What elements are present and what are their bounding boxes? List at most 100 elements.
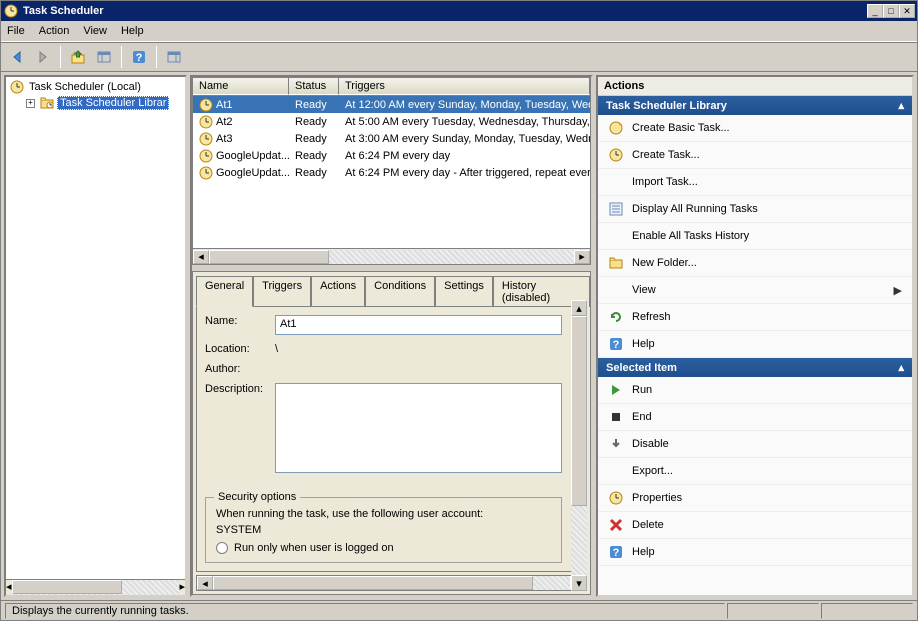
- tab-conditions[interactable]: Conditions: [365, 276, 435, 307]
- action-new-folder-label: New Folder...: [632, 257, 697, 269]
- action-properties[interactable]: Properties: [598, 485, 912, 512]
- menu-file[interactable]: File: [7, 25, 25, 37]
- action-refresh-label: Refresh: [632, 311, 671, 323]
- tab-settings[interactable]: Settings: [435, 276, 493, 307]
- action-help[interactable]: ? Help: [598, 331, 912, 358]
- tree-library-label: Task Scheduler Librar: [57, 96, 169, 110]
- detail-hscrollbar[interactable]: ◂ ▸: [196, 575, 587, 591]
- description-field[interactable]: [275, 383, 562, 473]
- help-icon: ?: [608, 544, 624, 560]
- menu-action[interactable]: Action: [39, 25, 70, 37]
- task-name-field[interactable]: At1: [275, 315, 562, 335]
- titlebar-buttons: _ □ ✕: [867, 4, 915, 18]
- action-enable-history-label: Enable All Tasks History: [632, 230, 749, 242]
- action-view-label: View: [632, 284, 656, 296]
- action-run[interactable]: Run: [598, 377, 912, 404]
- clock-icon: [199, 98, 213, 112]
- detail-vscrollbar[interactable]: ▴ ▾: [571, 300, 587, 591]
- tree-root[interactable]: Task Scheduler (Local): [8, 79, 183, 95]
- clock-icon: [10, 80, 24, 94]
- task-row[interactable]: At3ReadyAt 3:00 AM every Sunday, Monday,…: [193, 130, 590, 147]
- column-triggers[interactable]: Triggers: [339, 78, 590, 95]
- author-label: Author:: [205, 363, 275, 375]
- section-selected-header[interactable]: Selected Item ▴: [598, 358, 912, 377]
- action-delete-label: Delete: [632, 519, 664, 531]
- collapse-icon: ▴: [898, 99, 904, 112]
- action-view[interactable]: View ▶: [598, 277, 912, 304]
- action-create-basic[interactable]: Create Basic Task...: [598, 115, 912, 142]
- tab-actions[interactable]: Actions: [311, 276, 365, 307]
- folder-icon: [608, 255, 624, 271]
- expand-icon[interactable]: +: [26, 99, 35, 108]
- task-row[interactable]: GoogleUpdat...ReadyAt 6:24 PM every day …: [193, 164, 590, 181]
- menu-help[interactable]: Help: [121, 25, 144, 37]
- column-name[interactable]: Name: [193, 78, 289, 95]
- task-name: GoogleUpdat...: [216, 150, 289, 162]
- task-status: Ready: [295, 133, 327, 145]
- help-button[interactable]: ?: [127, 45, 151, 69]
- help-icon: ?: [608, 336, 624, 352]
- action-create-task-label: Create Task...: [632, 149, 700, 161]
- task-status: Ready: [295, 116, 327, 128]
- tab-general[interactable]: General: [196, 276, 253, 307]
- toolbar: ?: [1, 42, 917, 72]
- refresh-icon: [608, 309, 624, 325]
- tab-triggers[interactable]: Triggers: [253, 276, 311, 307]
- clock-icon: [199, 149, 213, 163]
- action-disable[interactable]: Disable: [598, 431, 912, 458]
- console-tree: Task Scheduler (Local) + Task Scheduler …: [4, 75, 187, 597]
- menu-view[interactable]: View: [83, 25, 107, 37]
- close-button[interactable]: ✕: [899, 4, 915, 18]
- name-label: Name:: [205, 315, 275, 327]
- task-list-scrollbar[interactable]: ◂ ▸: [193, 248, 590, 264]
- action-display-running[interactable]: Display All Running Tasks: [598, 196, 912, 223]
- wizard-icon: [608, 120, 624, 136]
- task-row[interactable]: At1ReadyAt 12:00 AM every Sunday, Monday…: [193, 96, 590, 113]
- maximize-button[interactable]: □: [883, 4, 899, 18]
- tree-library[interactable]: + Task Scheduler Librar: [24, 95, 183, 111]
- run-only-logged-on-radio[interactable]: Run only when user is logged on: [216, 542, 551, 554]
- task-name: GoogleUpdat...: [216, 167, 289, 179]
- center-pane: Name Status Triggers At1ReadyAt 12:00 AM…: [190, 75, 593, 597]
- security-options-group: Security options When running the task, …: [205, 497, 562, 563]
- column-status[interactable]: Status: [289, 78, 339, 95]
- action-help-2[interactable]: ? Help: [598, 539, 912, 566]
- action-end[interactable]: End: [598, 404, 912, 431]
- forward-button[interactable]: [31, 45, 55, 69]
- task-status: Ready: [295, 99, 327, 111]
- up-button[interactable]: [66, 45, 90, 69]
- task-row[interactable]: GoogleUpdat...ReadyAt 6:24 PM every day: [193, 147, 590, 164]
- action-import-task[interactable]: Import Task...: [598, 169, 912, 196]
- svg-text:?: ?: [613, 339, 620, 351]
- status-cell-2: [821, 603, 913, 619]
- task-row[interactable]: At2ReadyAt 5:00 AM every Tuesday, Wednes…: [193, 113, 590, 130]
- play-icon: [608, 382, 624, 398]
- list-icon: [608, 201, 624, 217]
- security-account-text: When running the task, use the following…: [216, 508, 551, 520]
- selected-item-actions: Run End Disable Export... Properties: [598, 377, 912, 566]
- action-new-folder[interactable]: New Folder...: [598, 250, 912, 277]
- svg-text:?: ?: [613, 547, 620, 559]
- tree-scrollbar[interactable]: ◂ ▸: [6, 579, 185, 595]
- delete-icon: [608, 517, 624, 533]
- action-create-task[interactable]: Create Task...: [598, 142, 912, 169]
- minimize-button[interactable]: _: [867, 4, 883, 18]
- action-help-label: Help: [632, 338, 655, 350]
- task-status: Ready: [295, 150, 327, 162]
- actions-pane: Actions Task Scheduler Library ▴ Create …: [596, 75, 914, 597]
- action-export[interactable]: Export...: [598, 458, 912, 485]
- section-library-header[interactable]: Task Scheduler Library ▴: [598, 96, 912, 115]
- detail-tabs: General Triggers Actions Conditions Sett…: [193, 272, 590, 306]
- location-label: Location:: [205, 343, 275, 355]
- back-button[interactable]: [5, 45, 29, 69]
- task-triggers: At 12:00 AM every Sunday, Monday, Tuesda…: [345, 99, 590, 111]
- general-tab-content: Name: At1 Location: \ Author: Descriptio…: [196, 306, 587, 572]
- action-delete[interactable]: Delete: [598, 512, 912, 539]
- show-hide-action-pane-button[interactable]: [162, 45, 186, 69]
- action-refresh[interactable]: Refresh: [598, 304, 912, 331]
- status-text: Displays the currently running tasks.: [5, 603, 725, 619]
- action-end-label: End: [632, 411, 652, 423]
- show-hide-tree-button[interactable]: [92, 45, 116, 69]
- task-triggers: At 6:24 PM every day - After triggered, …: [345, 167, 590, 179]
- action-enable-history[interactable]: Enable All Tasks History: [598, 223, 912, 250]
